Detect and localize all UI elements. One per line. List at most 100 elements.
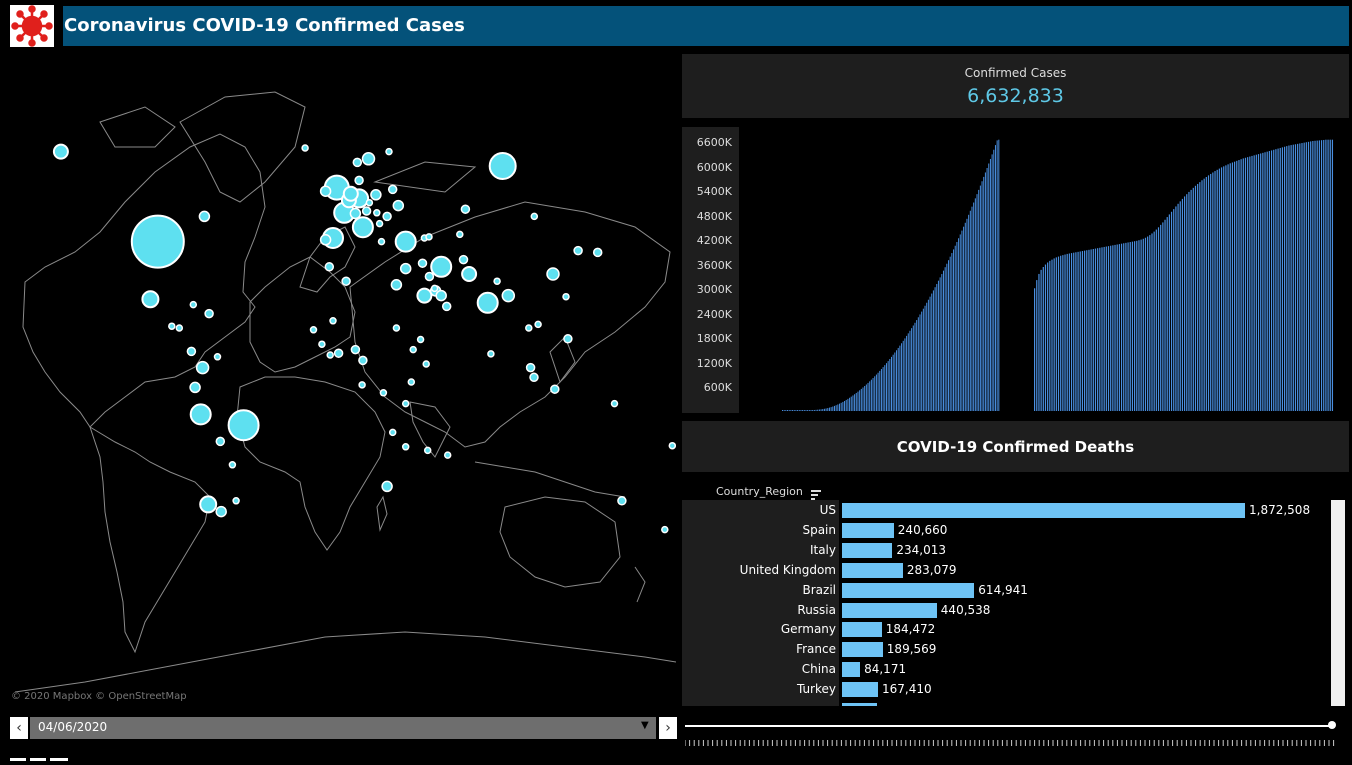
cases-bar[interactable] — [860, 388, 862, 411]
cases-bar[interactable] — [1166, 217, 1168, 411]
map-bubble-us[interactable] — [130, 214, 185, 269]
cases-bar[interactable] — [874, 376, 876, 411]
cases-bar[interactable] — [1036, 280, 1038, 411]
cases-bar[interactable] — [837, 404, 839, 411]
cases-bar[interactable] — [1073, 252, 1075, 411]
cases-bar[interactable] — [1301, 143, 1303, 412]
cases-bar[interactable] — [1325, 139, 1327, 411]
cases-bar[interactable] — [1247, 157, 1249, 411]
cases-bar[interactable] — [907, 333, 909, 411]
cases-bar[interactable] — [865, 384, 867, 411]
cases-bar[interactable] — [1231, 162, 1234, 411]
cases-bar[interactable] — [1149, 235, 1151, 411]
map-bubble-ivory-coast[interactable] — [326, 351, 334, 359]
cases-bar[interactable] — [1051, 259, 1053, 411]
map-bubble-nepal[interactable] — [493, 277, 501, 285]
date-dropdown[interactable] — [30, 717, 656, 739]
cases-bar[interactable] — [1255, 154, 1257, 411]
map-bubble-iran[interactable] — [430, 255, 453, 278]
cases-bar[interactable] — [911, 328, 913, 411]
map-bubble-india[interactable] — [476, 291, 499, 314]
map-bubble-new-zealand[interactable] — [661, 525, 669, 534]
cases-bar[interactable] — [944, 267, 946, 411]
map-bubble-chile[interactable] — [199, 495, 218, 514]
cases-bar[interactable] — [966, 218, 968, 411]
map-bubble-brazil[interactable] — [227, 409, 260, 442]
cases-bar[interactable] — [939, 277, 941, 411]
map-bubble-pakistan[interactable] — [461, 266, 478, 282]
map-bubble-taiwan[interactable] — [562, 292, 570, 301]
map-bubble-zambia[interactable] — [388, 428, 397, 437]
map-bubble-poland[interactable] — [370, 189, 382, 201]
map-bubble-dr-congo[interactable] — [379, 389, 388, 397]
cases-bar[interactable] — [1042, 267, 1044, 411]
cases-bar[interactable] — [1284, 146, 1286, 412]
cases-bar[interactable] — [998, 139, 1000, 411]
cases-bar[interactable] — [1075, 252, 1077, 411]
cases-bar[interactable] — [1084, 250, 1086, 411]
deaths-bar[interactable] — [842, 503, 1245, 518]
cases-bar[interactable] — [818, 409, 820, 411]
date-slider-thumb[interactable] — [1328, 721, 1336, 729]
cases-bar[interactable] — [1312, 141, 1314, 411]
cases-bar[interactable] — [1227, 164, 1229, 411]
cases-bar[interactable] — [926, 302, 928, 411]
cases-bar[interactable] — [798, 410, 800, 411]
cases-bar[interactable] — [1190, 189, 1192, 411]
cases-bar[interactable] — [1153, 231, 1155, 411]
cases-bar[interactable] — [1279, 147, 1281, 411]
cases-bar[interactable] — [1266, 151, 1268, 411]
cases-bar[interactable] — [803, 410, 805, 411]
map-bubble-greece[interactable] — [377, 237, 386, 246]
cases-bar[interactable] — [849, 397, 851, 411]
cases-bar[interactable] — [1155, 229, 1157, 411]
cases-bar[interactable] — [1197, 183, 1199, 411]
map-bubble-israel[interactable] — [399, 262, 412, 275]
cases-bar[interactable] — [929, 296, 931, 411]
cases-bar[interactable] — [1170, 211, 1173, 411]
cases-bar[interactable] — [1099, 247, 1101, 411]
map-bubble-south-korea[interactable] — [573, 245, 583, 256]
cases-bar[interactable] — [1323, 139, 1325, 412]
cases-bar[interactable] — [1168, 214, 1170, 411]
cases-bar[interactable] — [1164, 219, 1166, 411]
cases-bar[interactable] — [1034, 288, 1036, 411]
cases-bar[interactable] — [969, 210, 971, 411]
map-bubble-romania[interactable] — [382, 211, 392, 222]
cases-bar[interactable] — [1270, 150, 1273, 411]
cases-bar[interactable] — [1292, 144, 1294, 411]
cases-bar[interactable] — [1242, 158, 1244, 411]
cases-bar[interactable] — [993, 149, 995, 411]
cases-bar[interactable] — [812, 410, 814, 411]
cases-bar[interactable] — [974, 198, 976, 411]
cases-bar[interactable] — [1140, 239, 1142, 411]
cases-bar[interactable] — [1331, 139, 1334, 411]
cases-bar[interactable] — [1212, 172, 1214, 412]
cases-bar[interactable] — [1173, 209, 1175, 411]
cases-bar[interactable] — [964, 222, 966, 411]
map-bubble-mexico[interactable] — [141, 290, 160, 309]
cases-bar[interactable] — [919, 314, 921, 411]
cases-bar[interactable] — [1305, 142, 1307, 412]
cases-bar[interactable] — [917, 317, 919, 411]
cases-bar[interactable] — [1070, 253, 1073, 411]
map-bubble-serbia[interactable] — [375, 219, 384, 228]
cases-bar[interactable] — [862, 387, 864, 411]
prev-date-button[interactable]: ‹ — [10, 717, 28, 739]
map-bubble-ethiopia[interactable] — [409, 345, 417, 354]
cases-bar[interactable] — [1066, 253, 1068, 411]
map-bubble-iraq[interactable] — [417, 258, 428, 268]
map-bubble-kenya[interactable] — [407, 378, 416, 386]
map-bubble-mauritius[interactable] — [443, 451, 452, 459]
cases-bar[interactable] — [1236, 160, 1238, 411]
cases-bar[interactable] — [1088, 249, 1090, 411]
cases-bar[interactable] — [1068, 253, 1070, 412]
cases-bar[interactable] — [808, 410, 810, 411]
map-bubble-denmark[interactable] — [354, 175, 364, 186]
cases-bar[interactable] — [1112, 245, 1114, 411]
map-bubble-mongolia[interactable] — [530, 212, 539, 221]
cases-bar[interactable] — [825, 408, 827, 411]
cases-bar[interactable] — [1142, 238, 1144, 411]
cases-bar[interactable] — [1144, 237, 1147, 411]
cases-bar[interactable] — [1316, 140, 1318, 411]
